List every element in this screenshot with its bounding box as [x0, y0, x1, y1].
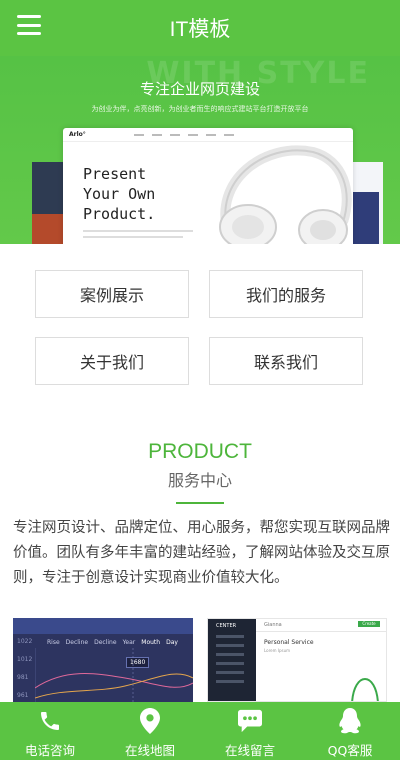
legend-item: Year [122, 639, 136, 646]
page-title: IT模板 [169, 18, 231, 41]
about-us-button[interactable]: 关于我们 [35, 337, 189, 385]
bar-label: QQ客服 [327, 743, 373, 758]
product-thumbnail[interactable]: Rise Decline Decline Year Mouth Day 1022… [13, 618, 193, 702]
thumbnail-arch-graphic [351, 678, 379, 701]
bar-label: 在线留言 [224, 743, 275, 758]
map-pin-icon [138, 708, 162, 734]
thumbnail-heading: Personal Service [264, 639, 314, 646]
phone-consult-button[interactable]: 电话咨询 [0, 702, 100, 760]
mockup-headline-line-2: Your Own [83, 185, 156, 203]
legend-item: Day [166, 639, 178, 646]
case-showcase-button[interactable]: 案例展示 [35, 270, 189, 318]
chat-bubble-icon [238, 708, 262, 734]
hero-banner[interactable]: WITH STYLE 专注企业网页建设 为创业为伴，点亮创新，为创业者而生的响应… [0, 56, 400, 244]
thumbnail-subtext: Lorem Ipsum [264, 648, 291, 653]
hamburger-menu-icon[interactable] [17, 15, 41, 35]
qq-service-button[interactable]: QQ客服 [300, 702, 400, 760]
qq-icon [338, 708, 362, 734]
mockup-headline-line-3: Product. [83, 205, 156, 223]
banner-heading: 专注企业网页建设 [139, 80, 260, 98]
mockup-text-line [83, 236, 183, 238]
online-message-button[interactable]: 在线留言 [200, 702, 300, 760]
mockup-headline-line-1: Present [83, 165, 147, 183]
legend-item: Rise [47, 639, 60, 646]
product-thumbnail[interactable]: CENTER Gianna Create Project Personal Se… [207, 618, 387, 702]
our-services-button[interactable]: 我们的服务 [209, 270, 363, 318]
bar-label: 在线地图 [124, 743, 175, 758]
thumbnail-legend: Rise Decline Decline Year Mouth Day [47, 639, 178, 646]
banner-website-mockup: Arlo° Present Your Own Product. [63, 128, 353, 244]
thumbnail-logo: CENTER [216, 623, 237, 629]
banner-side-image-right [349, 162, 383, 244]
top-header: IT模板 [0, 0, 400, 56]
thumbnail-divider [256, 631, 386, 632]
contact-us-button[interactable]: 联系我们 [209, 337, 363, 385]
mockup-headline: Present Your Own Product. [83, 164, 155, 224]
legend-item: Decline [94, 639, 117, 646]
axis-tick: 981 [17, 674, 29, 681]
online-map-button[interactable]: 在线地图 [100, 702, 200, 760]
mockup-navbar: Arlo° [63, 128, 353, 142]
bottom-nav-bar: 电话咨询 在线地图 在线留言 QQ客服 [0, 702, 400, 760]
thumbnail-sidebar: CENTER [208, 619, 256, 701]
mockup-text-line [83, 230, 193, 232]
banner-subheading: 为创业为伴，点亮创新，为创业者而生的响应式建站平台打造开放平台 [91, 105, 309, 113]
phone-icon [38, 708, 62, 734]
section-description: 专注网页设计、品牌定位、用心服务，帮您实现互联网品牌价值。团队有多年丰富的建站经… [13, 520, 390, 586]
thumbnail-header-bar [13, 618, 193, 634]
legend-item: Mouth [141, 639, 161, 646]
thumbnail-chart-lines [35, 648, 193, 702]
headphone-image [219, 145, 352, 244]
mockup-logo: Arlo° [69, 131, 86, 138]
axis-tick: 1012 [17, 656, 33, 663]
axis-tick: 961 [17, 692, 29, 699]
legend-item: Decline [65, 639, 89, 646]
section-subtitle: 服务中心 [167, 471, 232, 490]
axis-tick: 1022 [17, 638, 33, 645]
bar-label: 电话咨询 [24, 743, 75, 758]
thumbnail-title: Gianna [264, 622, 282, 628]
section-divider [176, 502, 224, 504]
thumbnail-create-button: Create Project [358, 621, 380, 632]
banner-side-image-left [32, 162, 66, 244]
section-title: PRODUCT [148, 440, 252, 463]
